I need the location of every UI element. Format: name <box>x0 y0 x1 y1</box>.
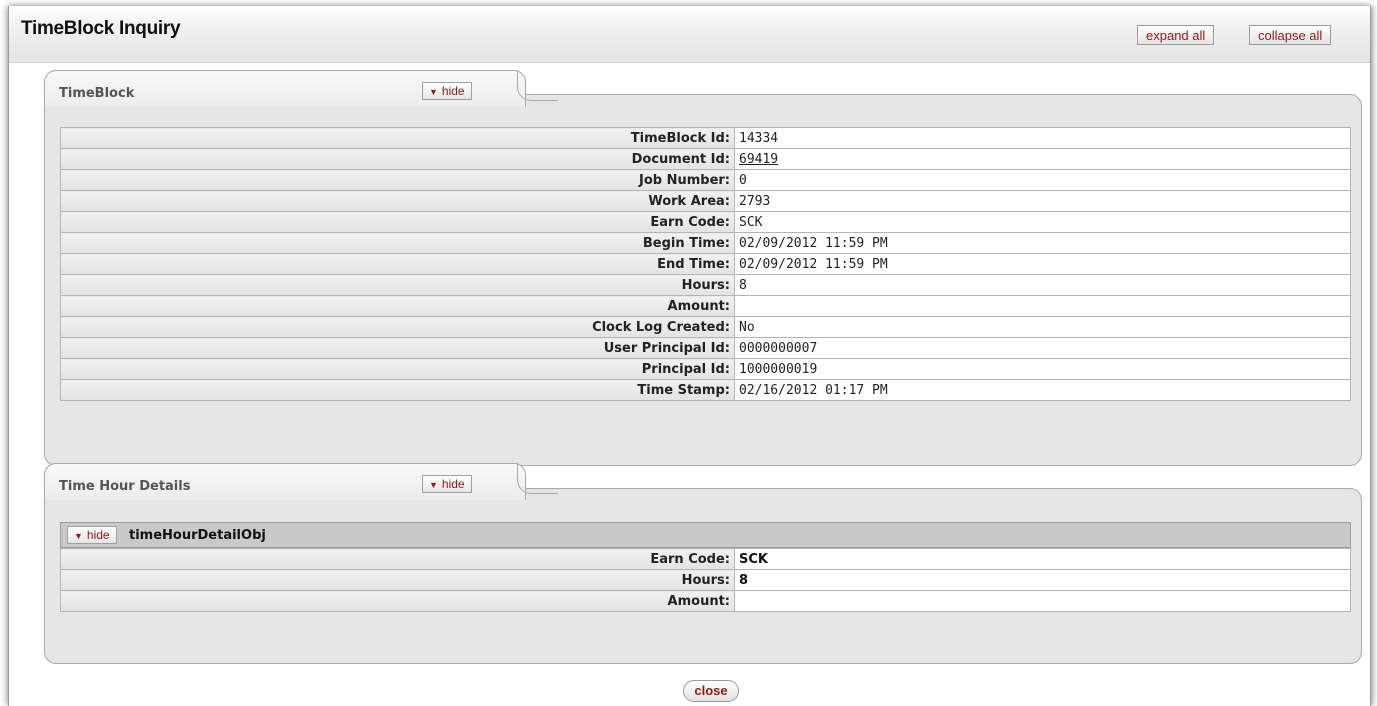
tab-curve <box>517 70 558 101</box>
field-value: 69419 <box>734 148 1351 170</box>
caret-down-icon: ▼ <box>74 531 83 541</box>
field-row: Begin Time: 02/09/2012 11:59 PM <box>60 232 1351 254</box>
field-row: Clock Log Created: No <box>60 316 1351 338</box>
expand-all-button[interactable]: expand all <box>1137 25 1215 45</box>
page-title: TimeBlock Inquiry <box>21 18 181 39</box>
caret-down-icon: ▼ <box>429 480 438 490</box>
field-row: Hours: 8 <box>60 274 1351 296</box>
field-value <box>734 590 1351 612</box>
field-row: Hours: 8 <box>60 569 1351 591</box>
field-label: Time Stamp: <box>60 379 735 401</box>
field-value: No <box>734 316 1351 338</box>
field-value: SCK <box>734 211 1351 233</box>
field-row: TimeBlock Id: 14334 <box>60 127 1351 149</box>
timeblock-hide-button[interactable]: ▼ hide <box>422 82 472 100</box>
title-bar: TimeBlock Inquiry expand all collapse al… <box>9 6 1370 63</box>
field-label: Job Number: <box>60 169 735 191</box>
document-id-link[interactable]: 69419 <box>739 152 778 167</box>
field-label: Hours: <box>60 274 735 296</box>
collapse-all-button[interactable]: collapse all <box>1249 25 1332 45</box>
field-label: Amount: <box>60 295 735 317</box>
field-value: 0 <box>734 169 1351 191</box>
field-value: 0000000007 <box>734 337 1351 359</box>
time-hour-details-tab: Time Hour Details ▼ hide <box>44 463 526 500</box>
field-value: 1000000019 <box>734 358 1351 380</box>
object-hide-button[interactable]: ▼ hide <box>67 526 117 544</box>
field-row: Amount: <box>60 295 1351 317</box>
field-value: 14334 <box>734 127 1351 149</box>
field-label: TimeBlock Id: <box>60 127 735 149</box>
field-row: Earn Code: SCK <box>60 211 1351 233</box>
field-label: User Principal Id: <box>60 337 735 359</box>
field-label: Clock Log Created: <box>60 316 735 338</box>
field-label: Earn Code: <box>60 211 735 233</box>
field-label: Earn Code: <box>60 548 735 570</box>
field-value <box>734 295 1351 317</box>
inquiry-window: TimeBlock Inquiry expand all collapse al… <box>8 6 1371 706</box>
field-row: User Principal Id: 0000000007 <box>60 337 1351 359</box>
timeblock-tab-title: TimeBlock <box>59 86 135 101</box>
field-row: End Time: 02/09/2012 11:59 PM <box>60 253 1351 275</box>
field-value: 8 <box>734 274 1351 296</box>
field-row: Earn Code: SCK <box>60 548 1351 570</box>
field-row: Time Stamp: 02/16/2012 01:17 PM <box>60 379 1351 401</box>
close-button[interactable]: close <box>683 680 739 702</box>
field-row: Document Id: 69419 <box>60 148 1351 170</box>
tab-curve <box>517 463 558 494</box>
timeblock-tab: TimeBlock ▼ hide <box>44 70 526 107</box>
field-label: Amount: <box>60 590 735 612</box>
time-hour-detail-object-header: ▼ hide timeHourDetailObj <box>60 522 1351 548</box>
field-row: Amount: <box>60 590 1351 612</box>
time-hour-details-table: Earn Code: SCK Hours: 8 Amount: <box>60 548 1351 612</box>
field-row: Work Area: 2793 <box>60 190 1351 212</box>
field-label: Principal Id: <box>60 358 735 380</box>
object-title: timeHourDetailObj <box>129 528 266 543</box>
time-hour-details-tab-title: Time Hour Details <box>59 479 191 494</box>
field-row: Job Number: 0 <box>60 169 1351 191</box>
field-value: 8 <box>734 569 1351 591</box>
field-row: Principal Id: 1000000019 <box>60 358 1351 380</box>
time-hour-details-hide-button[interactable]: ▼ hide <box>422 475 472 493</box>
field-label: Hours: <box>60 569 735 591</box>
field-value: 02/09/2012 11:59 PM <box>734 232 1351 254</box>
field-value: 02/09/2012 11:59 PM <box>734 253 1351 275</box>
field-label: End Time: <box>60 253 735 275</box>
timeblock-table: TimeBlock Id: 14334 Document Id: 69419 Job N… <box>60 127 1351 401</box>
field-label: Work Area: <box>60 190 735 212</box>
field-label: Document Id: <box>60 148 735 170</box>
field-label: Begin Time: <box>60 232 735 254</box>
field-value: 02/16/2012 01:17 PM <box>734 379 1351 401</box>
field-value: SCK <box>734 548 1351 570</box>
field-value: 2793 <box>734 190 1351 212</box>
caret-down-icon: ▼ <box>429 87 438 97</box>
hide-label: hide <box>441 477 465 491</box>
hide-label: hide <box>86 528 110 542</box>
hide-label: hide <box>441 84 465 98</box>
